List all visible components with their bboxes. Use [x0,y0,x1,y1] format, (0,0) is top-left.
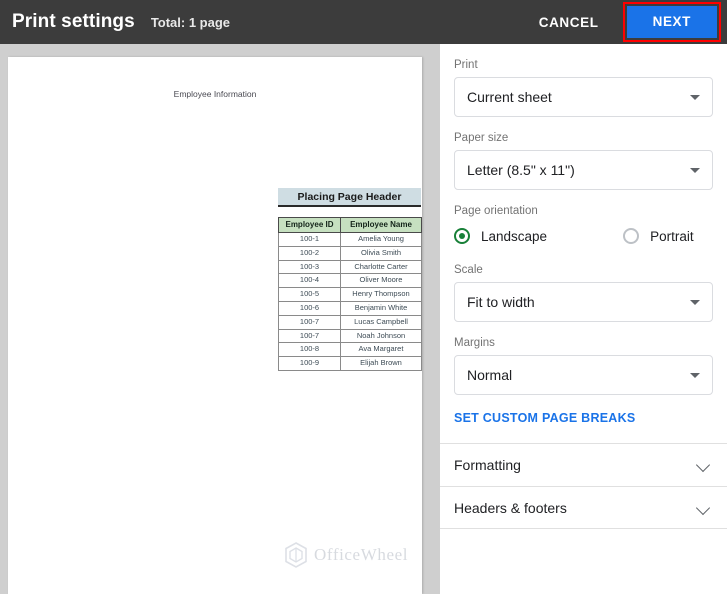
section-formatting-label: Formatting [454,457,521,473]
table-row: 100-6 Benjamin White [278,300,422,316]
print-select[interactable]: Current sheet [454,77,713,117]
employee-table-body: 100-1 Amelia Young 100-2 Olivia Smith 100-3 C… [278,232,422,371]
scale-select-value: Fit to width [467,294,535,310]
table-row: 100-2 Olivia Smith [278,245,422,261]
column-header-employee-id: Employee ID [278,217,341,233]
table-row: 100-7 Noah Johnson [278,328,422,344]
chevron-down-icon [697,501,711,515]
page-orientation-label: Page orientation [454,205,538,217]
top-bar: Print settings Total: 1 page CANCEL NEXT [0,0,727,44]
scale-label: Scale [454,264,483,276]
cancel-button[interactable]: CANCEL [529,7,609,38]
chevron-down-icon [690,373,700,378]
cell-employee-name: Ava Margaret [340,342,422,358]
cell-employee-id: 100-2 [278,245,341,261]
cell-employee-id: 100-1 [278,232,341,247]
cell-employee-id: 100-7 [278,314,341,330]
cell-employee-id: 100-5 [278,287,341,302]
top-bar-actions: CANCEL NEXT [529,0,727,44]
watermark-text: OfficeWheel [314,545,409,564]
radio-landscape-label: Landscape [481,228,548,244]
paper-size-select-value: Letter (8.5" x 11") [467,162,575,178]
settings-panel: Print Current sheet Paper size Letter (8… [440,44,727,594]
section-headers-footers[interactable]: Headers & footers [440,486,727,529]
scale-field: Scale Fit to width [440,264,727,322]
table-row: 100-4 Oliver Moore [278,273,422,289]
cell-employee-name: Noah Johnson [340,328,422,344]
section-formatting[interactable]: Formatting [440,443,727,486]
employee-table: Employee ID Employee Name 100-1 Amelia Yo… [278,217,422,371]
paper-size-select[interactable]: Letter (8.5" x 11") [454,150,713,190]
radio-landscape[interactable]: Landscape [454,228,547,244]
page-orientation-options: Landscape Portrait [454,223,713,249]
print-select-value: Current sheet [467,89,552,105]
page-header-cell: Placing Page Header [278,188,421,207]
cell-employee-name: Benjamin White [340,300,422,316]
document-title: Employee Information [173,89,257,99]
cell-employee-name: Lucas Campbell [340,314,422,330]
chevron-down-icon [690,168,700,173]
radio-landscape-icon [454,228,470,244]
paper-size-label: Paper size [454,132,509,144]
margins-select[interactable]: Normal [454,355,713,395]
cell-employee-name: Amelia Young [340,232,422,247]
margins-label: Margins [454,337,495,349]
page-title: Print settings [12,11,135,32]
print-preview-area[interactable]: Employee Information Placing Page Header… [0,44,440,594]
cell-employee-id: 100-9 [278,356,341,371]
margins-field: Margins Normal [440,337,727,395]
cell-employee-id: 100-4 [278,273,341,289]
cell-employee-name: Charlotte Carter [340,259,422,275]
print-label: Print [454,59,478,71]
section-headers-footers-label: Headers & footers [454,499,567,516]
cell-employee-name: Henry Thompson [340,287,422,302]
print-field: Print Current sheet [440,59,727,117]
chevron-down-icon [697,458,711,472]
next-button[interactable]: NEXT [626,5,717,39]
cell-employee-name: Olivia Smith [340,245,422,261]
total-pages-label: Total: 1 page [150,14,231,30]
table-row: 100-7 Lucas Campbell [278,314,422,330]
radio-portrait[interactable]: Portrait [623,228,694,244]
table-row: 100-8 Ava Margaret [278,342,422,358]
table-header-row: Employee ID Employee Name [278,217,422,233]
table-row: 100-3 Charlotte Carter [278,259,422,275]
settings-sections: Formatting Headers & footers [440,443,727,529]
cell-employee-id: 100-8 [278,342,341,358]
scale-select[interactable]: Fit to width [454,282,713,322]
radio-portrait-label: Portrait [650,228,694,244]
set-custom-page-breaks-button[interactable]: SET CUSTOM PAGE BREAKS [454,411,635,425]
column-header-employee-name: Employee Name [340,217,422,233]
cell-employee-id: 100-6 [278,300,341,316]
table-row: 100-5 Henry Thompson [278,287,422,302]
table-row: 100-9 Elijah Brown [278,356,422,371]
next-button-highlight: NEXT [622,1,721,43]
page-orientation-field: Page orientation Landscape Portrait [440,205,727,249]
officewheel-logo-icon [285,542,307,568]
preview-page: Employee Information Placing Page Header… [8,57,422,594]
paper-size-field: Paper size Letter (8.5" x 11") [440,132,727,190]
print-settings-dialog: Print settings Total: 1 page CANCEL NEXT… [0,0,727,594]
cell-employee-id: 100-7 [278,328,341,344]
cell-employee-id: 100-3 [278,259,341,275]
margins-select-value: Normal [467,367,513,383]
cell-employee-name: Oliver Moore [340,273,422,289]
chevron-down-icon [690,95,700,100]
radio-portrait-icon [623,228,640,244]
chevron-down-icon [690,300,700,305]
cell-employee-name: Elijah Brown [340,356,422,371]
watermark: OfficeWheel [283,538,440,572]
table-row: 100-1 Amelia Young [278,232,422,247]
